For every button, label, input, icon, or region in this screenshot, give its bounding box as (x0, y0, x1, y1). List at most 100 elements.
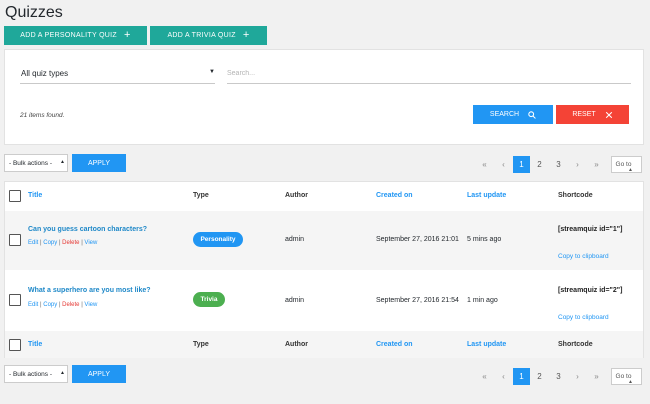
shortcode-cell: [streamquiz id="2"] (558, 287, 623, 294)
quiz-title-link[interactable]: What a superhero are you most like? (28, 287, 151, 294)
caret-icon: ▲ (60, 370, 65, 376)
bulk-actions-select[interactable]: - Bulk actions - ▲ (4, 154, 68, 172)
page-1-button[interactable]: 1 (513, 156, 530, 173)
separator: | (58, 302, 61, 308)
prev-page-button[interactable]: ‹ (494, 368, 513, 385)
caret-down-icon: ▼ (209, 69, 215, 75)
delete-link[interactable]: Delete (62, 240, 79, 246)
goto-select[interactable]: Go to ▲ (611, 156, 642, 173)
col-type: Type (193, 192, 209, 199)
page-title: Quizzes (5, 4, 63, 21)
row-checkbox[interactable] (9, 294, 21, 306)
page-2-button[interactable]: 2 (530, 156, 549, 173)
apply-button[interactable]: APPLY (72, 154, 126, 172)
reset-button-label: RESET (572, 111, 596, 118)
select-all-checkbox[interactable] (9, 190, 21, 202)
separator: | (58, 240, 61, 246)
search-button-label: SEARCH (489, 111, 520, 118)
quizzes-table: Title Type Author Created on Last update… (4, 181, 644, 358)
page-3-button[interactable]: 3 (549, 368, 568, 385)
updated-cell: 5 mins ago (467, 236, 502, 243)
col-created[interactable]: Created on (376, 341, 413, 348)
bulk-actions-top: - Bulk actions - ▲ APPLY (4, 154, 126, 172)
edit-link[interactable]: Edit (28, 240, 38, 246)
next-page-button[interactable]: › (568, 156, 587, 173)
copy-link[interactable]: Copy (43, 302, 57, 308)
select-all-checkbox-footer[interactable] (9, 339, 21, 351)
col-updated[interactable]: Last update (467, 192, 506, 199)
col-shortcode: Shortcode (558, 341, 593, 348)
quiz-type-select[interactable]: All quiz types ▼ (20, 64, 215, 84)
apply-button[interactable]: APPLY (72, 365, 126, 383)
search-button[interactable]: SEARCH (473, 105, 553, 124)
col-title[interactable]: Title (28, 341, 42, 348)
first-page-button[interactable]: « (475, 156, 494, 173)
page-1-button[interactable]: 1 (513, 368, 530, 385)
row-checkbox[interactable] (9, 234, 21, 246)
col-title[interactable]: Title (28, 192, 42, 199)
table-row: What a superhero are you most like? Edit… (5, 270, 643, 331)
close-icon (605, 111, 612, 118)
pagination-bottom: « ‹ 1 2 3 › » Go to ▲ (475, 368, 642, 385)
quiz-title-link[interactable]: Can you guess cartoon characters? (28, 226, 147, 233)
table-footer: Title Type Author Created on Last update… (5, 331, 643, 358)
search-icon (528, 110, 536, 119)
plus-icon: + (123, 29, 131, 41)
col-author: Author (285, 192, 308, 199)
author-cell: admin (285, 297, 305, 304)
caret-icon: ▲ (628, 378, 633, 385)
last-page-button[interactable]: » (587, 368, 606, 385)
bulk-actions-value: - Bulk actions - (9, 159, 52, 167)
quiz-type-value: All quiz types (21, 69, 69, 78)
type-badge: Personality (193, 232, 243, 247)
top-actions: ADD A PERSONALITY QUIZ + ADD A TRIVIA QU… (4, 26, 267, 45)
copy-link[interactable]: Copy (43, 240, 57, 246)
copy-to-clipboard-link[interactable]: Copy to clipboard (558, 253, 609, 260)
separator: | (40, 240, 42, 246)
prev-page-button[interactable]: ‹ (494, 156, 513, 173)
separator: | (81, 302, 83, 308)
add-personality-quiz-label: ADD A PERSONALITY QUIZ (20, 32, 117, 39)
next-page-button[interactable]: › (568, 368, 587, 385)
type-badge: Trivia (193, 292, 225, 307)
caret-icon: ▲ (628, 166, 633, 173)
last-page-button[interactable]: » (587, 156, 606, 173)
filter-panel: All quiz types ▼ 21 items found. SEARCH … (4, 49, 644, 145)
table-row: Can you guess cartoon characters? Edit |… (5, 211, 643, 270)
bulk-actions-value: - Bulk actions - (9, 370, 52, 378)
items-found-text: 21 items found. (20, 112, 65, 119)
col-updated[interactable]: Last update (467, 341, 506, 348)
goto-select[interactable]: Go to ▲ (611, 368, 642, 385)
add-trivia-quiz-button[interactable]: ADD A TRIVIA QUIZ + (150, 26, 267, 45)
page-3-button[interactable]: 3 (549, 156, 568, 173)
col-author: Author (285, 341, 308, 348)
edit-link[interactable]: Edit (28, 302, 38, 308)
copy-to-clipboard-link[interactable]: Copy to clipboard (558, 314, 609, 321)
created-cell: September 27, 2016 21:01 (376, 236, 459, 243)
shortcode-cell: [streamquiz id="1"] (558, 226, 623, 233)
add-personality-quiz-button[interactable]: ADD A PERSONALITY QUIZ + (4, 26, 147, 45)
view-link[interactable]: View (84, 240, 97, 246)
caret-down-icon: ▲ (60, 159, 65, 165)
col-type: Type (193, 341, 209, 348)
table-header: Title Type Author Created on Last update… (5, 182, 643, 211)
reset-button[interactable]: RESET (556, 105, 629, 124)
updated-cell: 1 min ago (467, 297, 498, 304)
separator: | (81, 240, 83, 246)
plus-icon: + (242, 29, 250, 41)
bulk-actions-select[interactable]: - Bulk actions - ▲ (4, 365, 68, 383)
row-actions: Edit | Copy | Delete | View (28, 302, 97, 308)
search-input[interactable] (227, 64, 631, 84)
add-trivia-quiz-label: ADD A TRIVIA QUIZ (167, 32, 236, 39)
bulk-actions-bottom: - Bulk actions - ▲ APPLY (4, 365, 126, 383)
created-cell: September 27, 2016 21:54 (376, 297, 459, 304)
delete-link[interactable]: Delete (62, 302, 79, 308)
pagination-top: « ‹ 1 2 3 › » Go to ▲ (475, 156, 642, 173)
author-cell: admin (285, 236, 305, 243)
col-created[interactable]: Created on (376, 192, 413, 199)
first-page-button[interactable]: « (475, 368, 494, 385)
col-shortcode: Shortcode (558, 192, 593, 199)
view-link[interactable]: View (84, 302, 97, 308)
row-actions: Edit | Copy | Delete | View (28, 240, 97, 246)
page-2-button[interactable]: 2 (530, 368, 549, 385)
